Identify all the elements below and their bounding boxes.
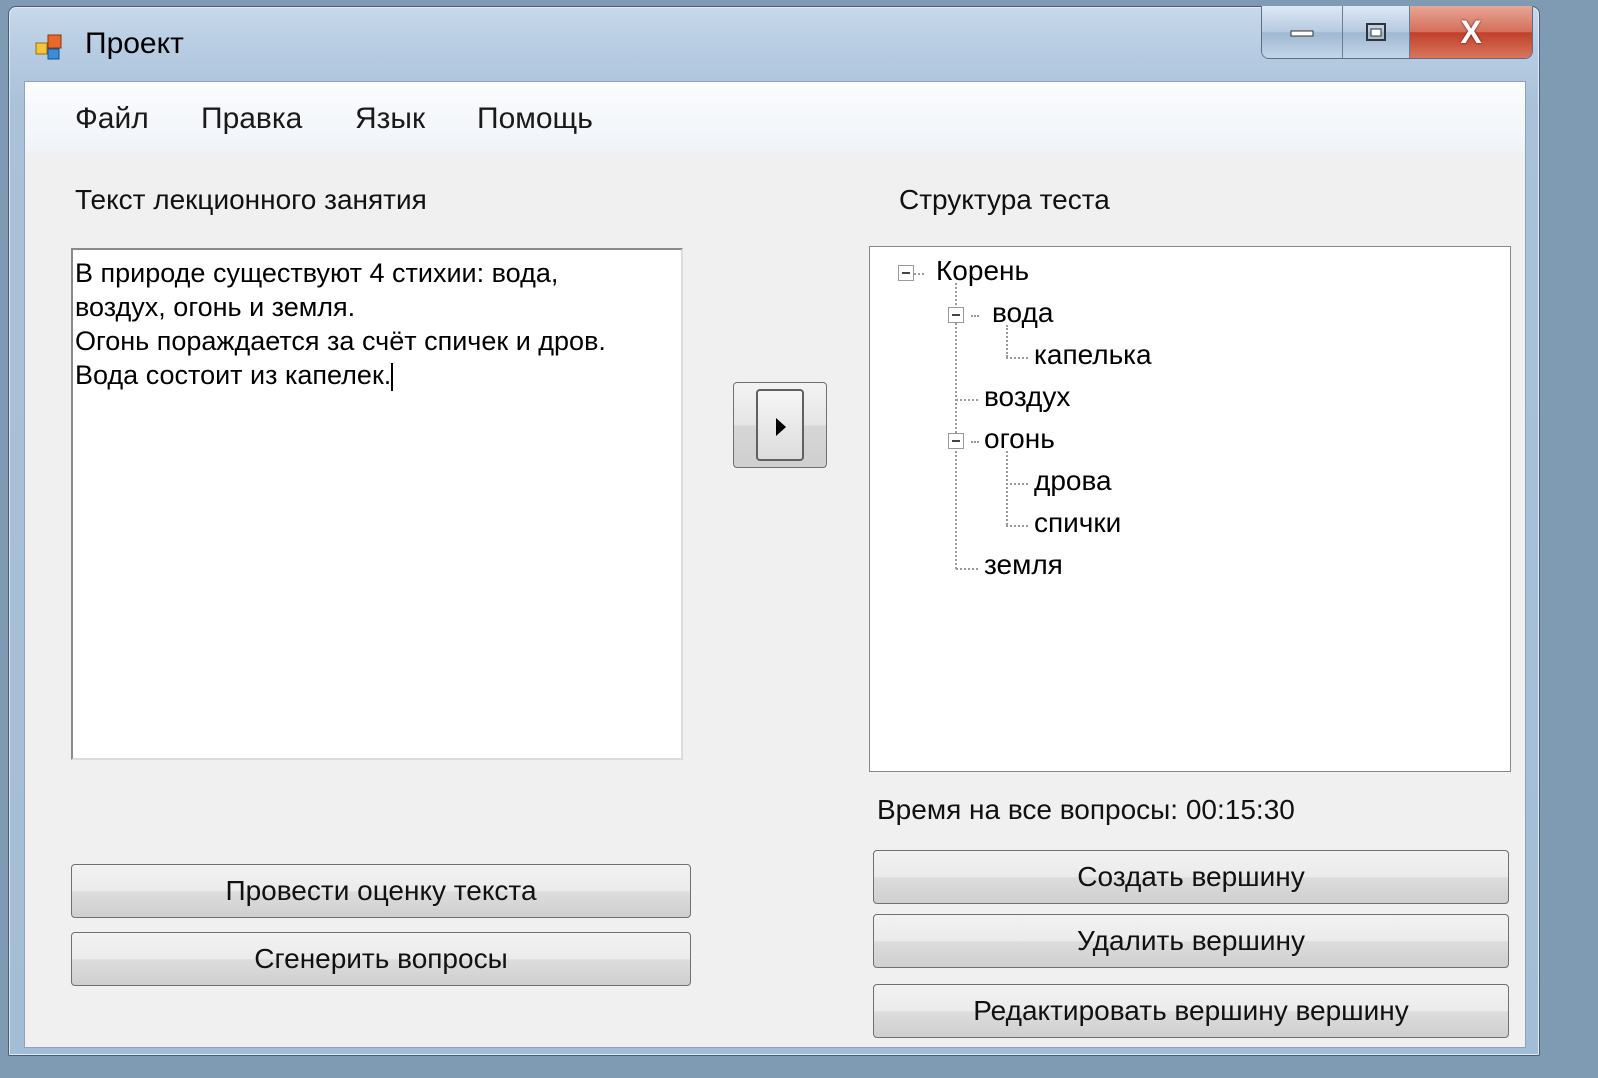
transfer-button[interactable] xyxy=(733,382,827,468)
test-structure-tree[interactable]: Корень вода капелька воздух огонь дрова … xyxy=(869,246,1511,772)
close-button[interactable]: X xyxy=(1410,6,1532,58)
tree-connector xyxy=(1006,451,1008,525)
tree-connector xyxy=(1006,483,1028,485)
app-window: Проект X Файл Правка Язык Помощь Текст л… xyxy=(8,6,1540,1056)
play-arrow-icon xyxy=(776,418,786,436)
text-caret xyxy=(391,362,394,391)
tree-connector xyxy=(956,399,978,401)
collapse-ogon-icon[interactable] xyxy=(948,433,964,449)
client-area: Файл Правка Язык Помощь Текст лекционног… xyxy=(24,81,1526,1048)
minimize-button[interactable] xyxy=(1262,6,1343,58)
tree-node-zemlya[interactable]: земля xyxy=(984,549,1063,581)
text-line: воздух, огонь и земля. xyxy=(75,292,356,322)
tree-connector xyxy=(914,273,924,275)
close-icon: X xyxy=(1460,13,1482,50)
generate-questions-button[interactable]: Сгенерить вопросы xyxy=(71,932,691,986)
tree-node-vozduh[interactable]: воздух xyxy=(984,381,1070,413)
tree-connector xyxy=(971,441,979,443)
menu-edit[interactable]: Правка xyxy=(201,102,302,136)
tree-connector xyxy=(1006,325,1008,357)
tree-node-spichki[interactable]: спички xyxy=(1034,507,1121,539)
test-structure-label: Структура теста xyxy=(899,184,1110,215)
text-line: Вода состоит из капелек. xyxy=(75,360,392,390)
tree-node-root[interactable]: Корень xyxy=(936,255,1029,287)
caption-buttons: X xyxy=(1261,6,1533,59)
menu-language[interactable]: Язык xyxy=(355,102,425,136)
tree-connector xyxy=(1006,525,1028,527)
tree-connector xyxy=(1006,357,1028,359)
minimize-icon xyxy=(1290,30,1314,37)
tree-node-kapelka[interactable]: капелька xyxy=(1034,339,1152,371)
maximize-button[interactable] xyxy=(1343,6,1410,58)
create-node-button[interactable]: Создать вершину xyxy=(873,850,1509,904)
maximize-icon xyxy=(1366,23,1386,41)
menu-bar: Файл Правка Язык Помощь xyxy=(25,82,1525,152)
tree-node-drova[interactable]: дрова xyxy=(1034,465,1112,497)
total-time-label: Время на все вопросы: 00:15:30 xyxy=(877,794,1295,825)
collapse-voda-icon[interactable] xyxy=(948,307,964,323)
window-title: Проект xyxy=(85,27,184,60)
transfer-button-face xyxy=(756,389,804,461)
text-line: Огонь пораждается за счёт спичек и дров. xyxy=(75,326,606,356)
lecture-text-area[interactable]: В природе существуют 4 стихии: вода, возд… xyxy=(71,248,683,760)
tree-connector xyxy=(955,283,957,569)
app-window-icon xyxy=(35,34,62,60)
tree-node-voda[interactable]: вода xyxy=(992,297,1053,329)
tree-node-ogon[interactable]: огонь xyxy=(984,423,1055,455)
collapse-root-icon[interactable] xyxy=(898,265,914,281)
tree-connector xyxy=(971,315,979,317)
title-bar[interactable]: Проект X xyxy=(9,6,1539,79)
delete-node-button[interactable]: Удалить вершину xyxy=(873,914,1509,968)
text-line: В природе существуют 4 стихии: вода, xyxy=(75,258,559,288)
lecture-text-label: Текст лекционного занятия xyxy=(75,184,427,215)
menu-help[interactable]: Помощь xyxy=(477,102,593,136)
menu-file[interactable]: Файл xyxy=(75,102,149,136)
evaluate-text-button[interactable]: Провести оценку текста xyxy=(71,864,691,918)
tree-connector xyxy=(956,568,978,570)
edit-node-button[interactable]: Редактировать вершину вершину xyxy=(873,984,1509,1038)
